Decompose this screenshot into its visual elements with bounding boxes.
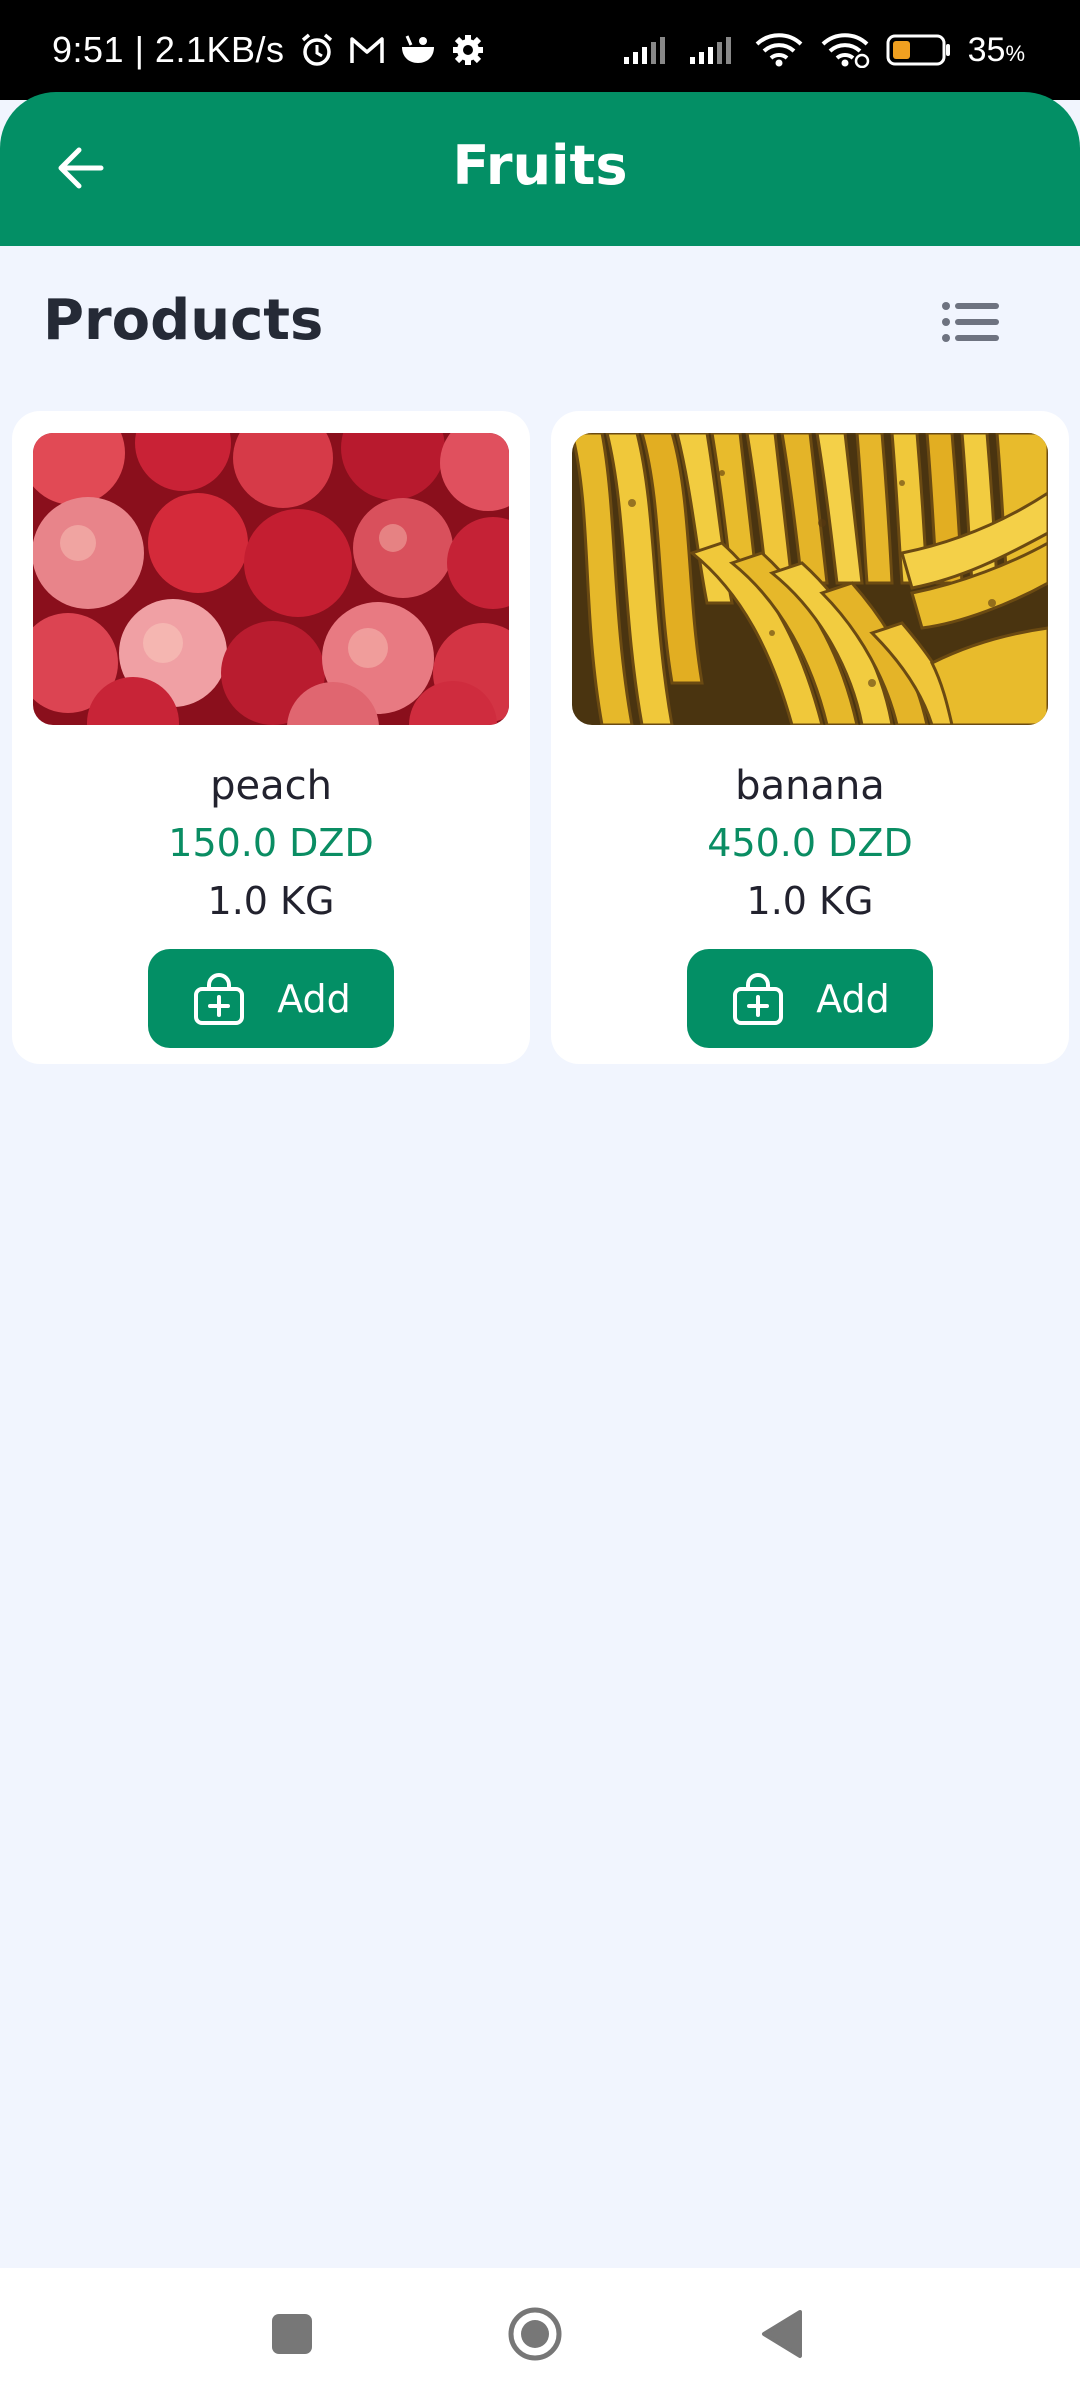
add-to-cart-button[interactable]: Add	[148, 949, 394, 1048]
product-card[interactable]: peach 150.0 DZD 1.0 KG Add	[12, 411, 530, 1064]
add-button-label: Add	[816, 976, 890, 1021]
page-title: Fruits	[452, 134, 628, 197]
product-price: 150.0 DZD	[168, 821, 374, 865]
shopping-bag-add-icon	[191, 971, 247, 1027]
product-weight: 1.0 KG	[207, 879, 335, 923]
signal-icon	[688, 35, 738, 65]
product-price: 450.0 DZD	[707, 821, 913, 865]
back-icon	[760, 2309, 804, 2363]
wifi-icon	[754, 32, 804, 68]
alarm-icon	[299, 32, 335, 68]
add-button-label: Add	[277, 976, 351, 1021]
product-weight: 1.0 KG	[746, 879, 874, 923]
home-button[interactable]	[505, 2306, 565, 2366]
settings-icon	[451, 33, 485, 67]
product-card[interactable]: banana 450.0 DZD 1.0 KG Add	[551, 411, 1069, 1064]
shopping-bag-add-icon	[730, 971, 786, 1027]
gmail-icon	[349, 35, 385, 65]
add-to-cart-button[interactable]: Add	[687, 949, 933, 1048]
battery-percent: 35%	[967, 30, 1025, 69]
product-name: banana	[735, 763, 885, 809]
list-view-icon	[941, 300, 1001, 348]
status-time: 9:51 | 2.1KB/s	[52, 29, 285, 70]
status-right: 35%	[622, 31, 1025, 70]
bowl-icon	[399, 33, 437, 67]
home-icon	[506, 2305, 564, 2367]
bananas-photo	[572, 433, 1048, 725]
app-bar: Fruits	[0, 92, 1080, 246]
wifi-link-icon	[820, 32, 870, 68]
signal-icon	[622, 35, 672, 65]
status-left: 9:51 | 2.1KB/s	[52, 29, 485, 71]
battery-icon	[886, 34, 952, 66]
product-name: peach	[210, 763, 332, 809]
recent-apps-button[interactable]	[262, 2306, 322, 2366]
recent-apps-icon	[270, 2312, 314, 2360]
status-bar: 9:51 | 2.1KB/s 35%	[0, 0, 1080, 100]
list-view-toggle[interactable]	[935, 296, 1007, 352]
section-title: Products	[43, 288, 324, 353]
system-nav-bar	[0, 2268, 1080, 2400]
peaches-photo	[33, 433, 509, 725]
system-back-button[interactable]	[752, 2306, 812, 2366]
